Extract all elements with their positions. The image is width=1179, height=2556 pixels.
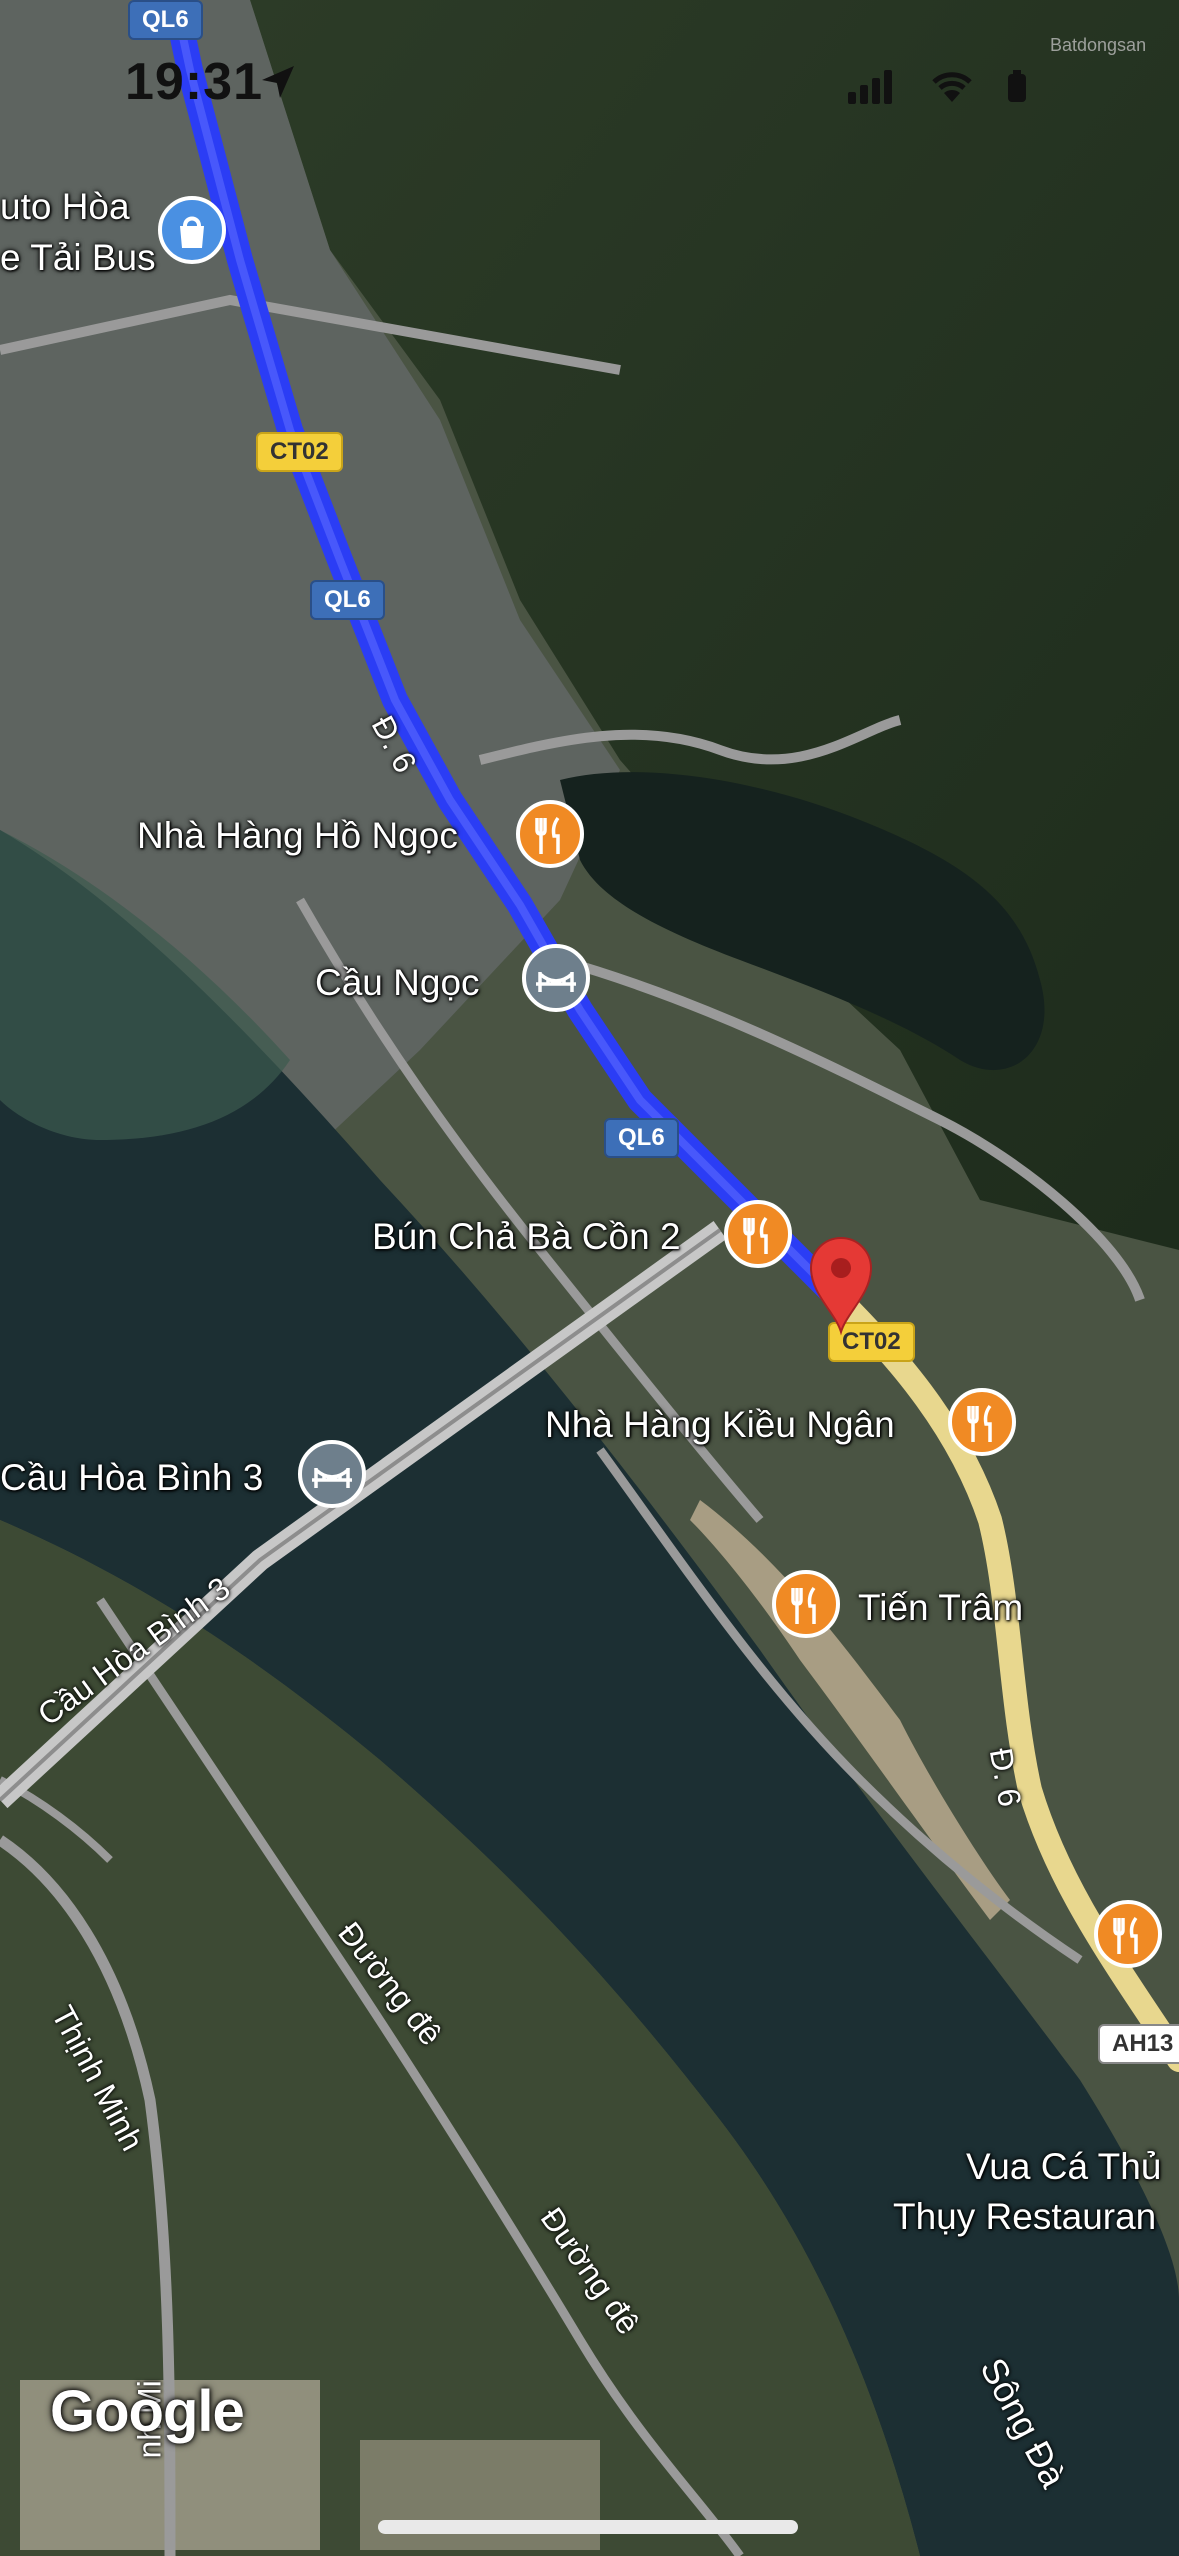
road-shield-ah13: AH13 <box>1098 2024 1179 2064</box>
bridge-icon[interactable] <box>520 944 592 1016</box>
place-label-thuy-restaurant[interactable]: Thụy Restauran <box>893 2196 1156 2238</box>
shopping-bag-icon[interactable] <box>156 196 228 268</box>
place-label-cau-hoa-binh-3[interactable]: Cầu Hòa Bình 3 <box>0 1457 263 1499</box>
map-view[interactable]: 19:31 Batdongsan QL6 CT02 QL6 QL6 CT02 A… <box>0 0 1179 2556</box>
road-shield-ql6: QL6 <box>310 580 385 620</box>
place-label-cau-ngoc[interactable]: Cầu Ngọc <box>315 962 480 1004</box>
road-shield-ql6-top: QL6 <box>128 0 203 40</box>
watermark: Batdongsan <box>1050 35 1147 55</box>
place-label-bun-cha-ba-con-2[interactable]: Bún Chả Bà Cồn 2 <box>372 1216 681 1258</box>
home-indicator[interactable] <box>378 2520 798 2534</box>
place-label-tai-bus[interactable]: e Tải Bus <box>0 237 156 279</box>
bridge-icon[interactable] <box>296 1440 368 1512</box>
restaurant-icon[interactable] <box>770 1570 842 1642</box>
google-logo: Google <box>50 2379 245 2444</box>
restaurant-icon[interactable] <box>722 1200 794 1272</box>
restaurant-icon[interactable] <box>946 1388 1018 1460</box>
wifi-icon <box>932 72 972 102</box>
place-label-auto-hoa[interactable]: uto Hòa <box>0 186 130 228</box>
restaurant-icon[interactable] <box>514 800 586 872</box>
place-label-vua-ca-thu[interactable]: Vua Cá Thủ <box>966 2146 1161 2188</box>
place-label-nha-hang-ho-ngoc[interactable]: Nhà Hàng Hồ Ngọc <box>137 815 458 857</box>
signal-icon <box>848 70 892 104</box>
battery-icon <box>1008 70 1026 102</box>
status-time: 19:31 <box>125 53 263 111</box>
restaurant-icon[interactable] <box>1092 1900 1164 1972</box>
place-label-tien-tram[interactable]: Tiến Trâm <box>858 1587 1023 1629</box>
road-shield-ql6-lower: QL6 <box>604 1118 679 1158</box>
location-arrow-icon <box>262 66 294 98</box>
road-shield-ct02: CT02 <box>256 432 343 472</box>
place-label-nha-hang-kieu-ngan[interactable]: Nhà Hàng Kiều Ngân <box>545 1404 895 1446</box>
location-pin-icon[interactable] <box>805 1232 877 1336</box>
